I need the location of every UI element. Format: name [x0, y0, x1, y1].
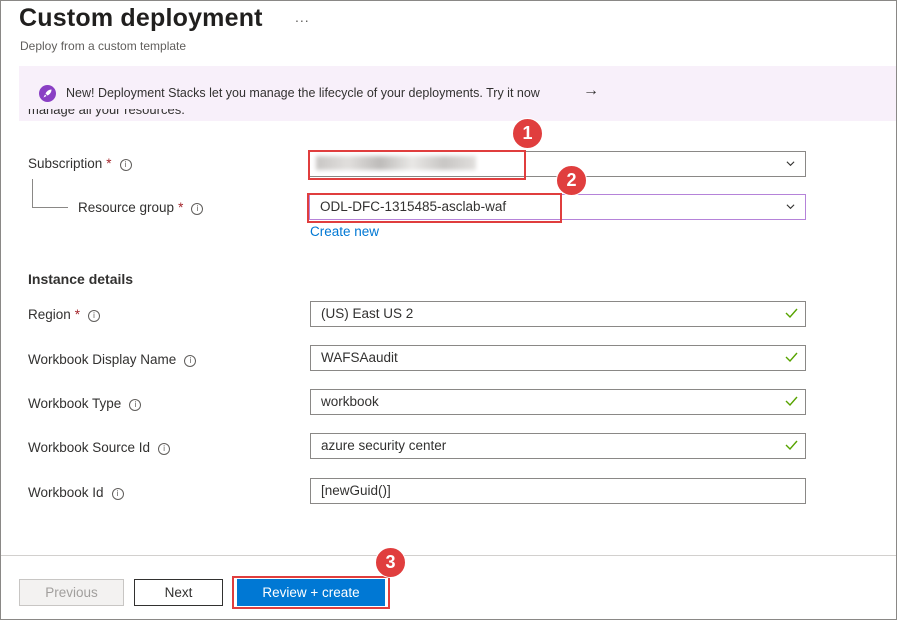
info-icon[interactable]: i: [184, 355, 197, 367]
required-mark: *: [178, 200, 184, 215]
callout-badge-3: 3: [375, 547, 406, 578]
region-field[interactable]: (US) East US 2: [310, 301, 806, 327]
rocket-icon: [39, 85, 56, 102]
page-subtitle: Deploy from a custom template: [20, 39, 187, 53]
checkmark-icon: [785, 440, 798, 450]
info-icon[interactable]: i: [129, 399, 142, 411]
workbook-source-id-field[interactable]: azure security center: [310, 433, 806, 459]
required-mark: *: [106, 156, 112, 171]
more-options-button[interactable]: ...: [295, 9, 310, 25]
info-icon[interactable]: i: [119, 159, 132, 171]
checkmark-icon: [785, 308, 798, 318]
subscription-label: Subscription * i: [28, 156, 132, 171]
info-icon[interactable]: i: [88, 310, 101, 322]
create-new-link[interactable]: Create new: [310, 224, 379, 239]
workbook-type-field[interactable]: workbook: [310, 389, 806, 415]
resource-group-label: Resource group * i: [78, 200, 204, 215]
arrow-right-icon: →: [583, 82, 599, 99]
callout-badge-1: 1: [512, 118, 543, 149]
banner-text: New! Deployment Stacks let you manage th…: [66, 86, 540, 100]
footer-divider: [1, 555, 896, 556]
scrolled-description-text: manage all your resources.: [28, 109, 185, 117]
callout-badge-2: 2: [556, 165, 587, 196]
chevron-down-icon: [786, 161, 795, 167]
tree-connector-horizontal: [32, 207, 68, 208]
page-title: Custom deployment: [19, 4, 263, 32]
checkmark-icon: [785, 396, 798, 406]
review-create-highlight: [232, 576, 390, 609]
info-icon[interactable]: i: [111, 488, 124, 500]
required-mark: *: [74, 307, 81, 322]
resource-group-highlight: [307, 193, 562, 223]
next-button[interactable]: Next: [134, 579, 223, 606]
workbook-display-name-label: Workbook Display Name i: [28, 352, 197, 367]
workbook-id-field[interactable]: [newGuid()]: [310, 478, 806, 504]
instance-details-heading: Instance details: [28, 271, 134, 287]
workbook-source-id-label: Workbook Source Id i: [28, 440, 171, 455]
region-label: Region * i: [28, 307, 101, 322]
info-icon[interactable]: i: [191, 203, 204, 215]
chevron-down-icon: [786, 204, 795, 210]
previous-button[interactable]: Previous: [19, 579, 124, 606]
workbook-type-label: Workbook Type i: [28, 396, 142, 411]
checkmark-icon: [785, 352, 798, 362]
info-icon[interactable]: i: [158, 443, 171, 455]
custom-deployment-window: Custom deployment ... Deploy from a cust…: [0, 0, 897, 620]
workbook-display-name-field[interactable]: WAFSAaudit: [310, 345, 806, 371]
tree-connector: [32, 179, 33, 207]
subscription-highlight: [308, 150, 526, 180]
workbook-id-label: Workbook Id i: [28, 485, 124, 500]
